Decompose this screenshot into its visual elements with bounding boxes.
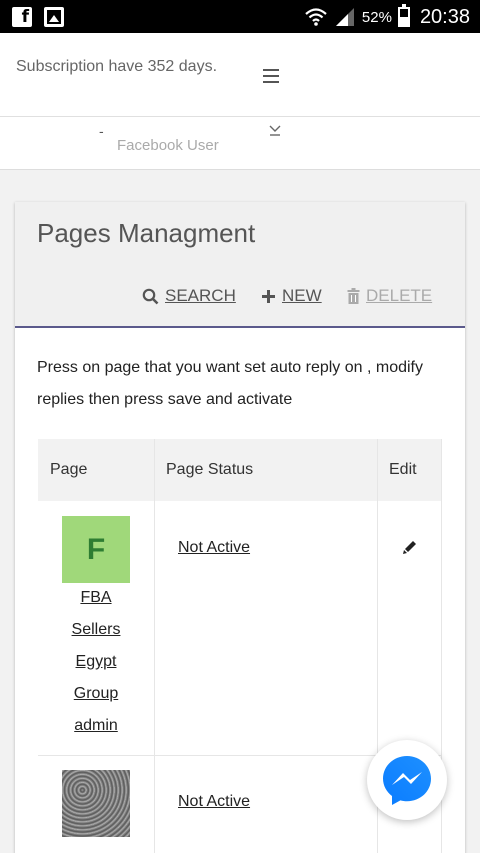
page-avatar[interactable] <box>62 770 130 837</box>
new-label: NEW <box>282 286 322 305</box>
card-header: Pages Managment SEARCH NEW DELETE <box>15 202 465 328</box>
app-header: Subscription have 352 days. <box>0 33 480 117</box>
table-header-row: Page Page Status Edit <box>38 439 442 501</box>
column-divider <box>154 439 155 853</box>
battery-icon <box>397 4 410 27</box>
signal-icon <box>335 8 354 26</box>
pencil-icon[interactable] <box>402 539 418 555</box>
status-bar: f 52% 20:38 <box>0 0 480 33</box>
battery-percent: 52% <box>361 8 392 26</box>
search-label: SEARCH <box>165 286 236 305</box>
column-header-edit: Edit <box>389 461 417 478</box>
user-bar[interactable]: - Facebook User <box>0 117 480 170</box>
subscription-text: Subscription have 352 days. <box>16 58 218 75</box>
page-status-link[interactable]: Not Active <box>178 539 250 557</box>
search-icon <box>142 288 159 304</box>
wifi-icon <box>305 8 327 26</box>
page-name-link[interactable]: Sellers <box>38 614 154 646</box>
gallery-notification-icon <box>44 7 64 27</box>
menu-icon[interactable] <box>263 69 279 83</box>
page-status-link[interactable]: Not Active <box>178 793 250 811</box>
page-name-link[interactable]: Egypt <box>38 646 154 678</box>
page-name-link[interactable]: FBA <box>38 582 154 614</box>
delete-button[interactable]: DELETE <box>347 286 432 306</box>
search-button[interactable]: SEARCH <box>142 286 236 306</box>
new-button[interactable]: NEW <box>261 286 322 306</box>
trash-icon <box>347 288 360 304</box>
facebook-notification-icon: f <box>12 7 32 27</box>
clock: 20:38 <box>419 5 470 28</box>
page-title: Pages Managment <box>37 218 256 248</box>
instructions-text: Press on page that you want set auto rep… <box>37 359 423 408</box>
user-prefix: - <box>99 123 104 139</box>
page-name-link[interactable]: admin <box>38 710 154 742</box>
messenger-icon <box>383 756 431 805</box>
plus-icon <box>262 289 275 303</box>
messenger-chat-button[interactable] <box>367 740 447 820</box>
page-avatar[interactable]: F <box>62 516 130 583</box>
chevron-down-icon[interactable] <box>268 123 282 139</box>
user-name[interactable]: Facebook User <box>117 137 219 154</box>
delete-label: DELETE <box>366 286 433 305</box>
page-name-link[interactable]: Group <box>38 678 154 710</box>
column-header-status: Page Status <box>166 461 254 478</box>
column-header-page: Page <box>50 461 88 478</box>
